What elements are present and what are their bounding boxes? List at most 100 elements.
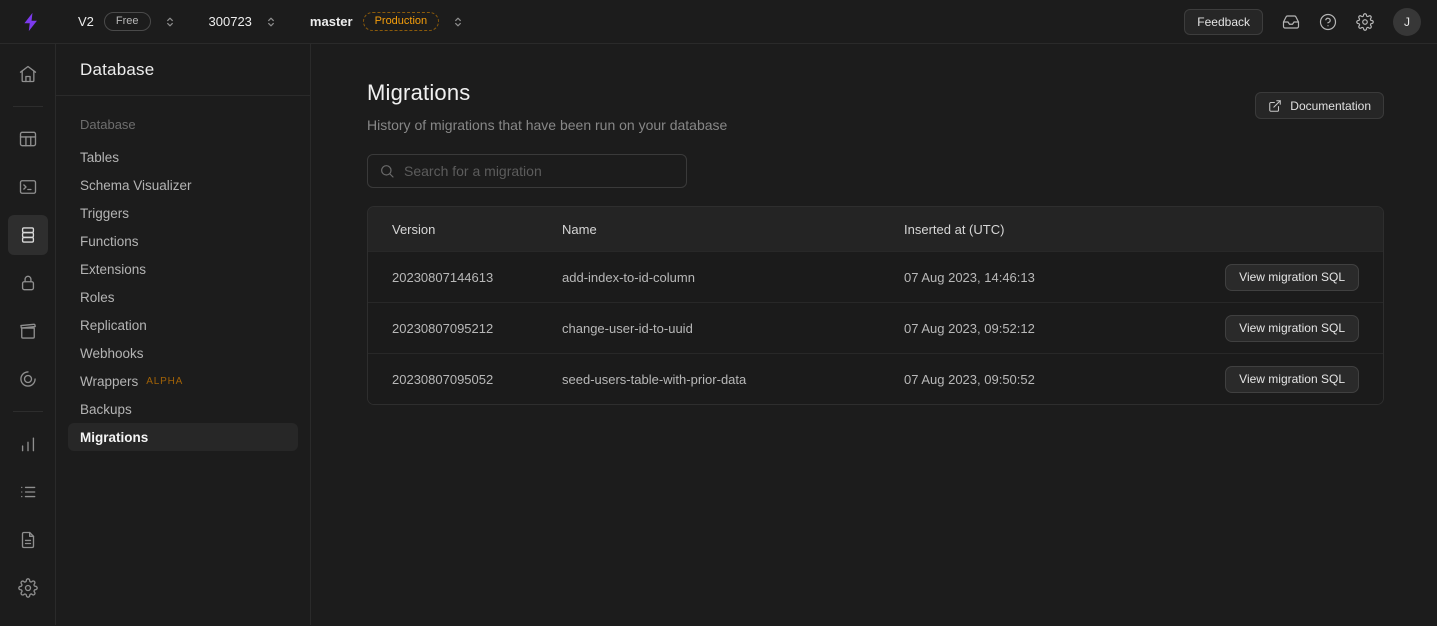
page-subtitle: History of migrations that have been run…: [367, 117, 727, 133]
sidebar-item-schema-visualizer[interactable]: Schema Visualizer: [68, 171, 298, 199]
migration-version: 20230807095052: [392, 372, 562, 387]
rail-item-table-editor[interactable]: [8, 119, 48, 159]
rail-item-storage[interactable]: [8, 311, 48, 351]
help-circle-icon: [1319, 13, 1337, 31]
sidebar-item-label: Extensions: [80, 262, 146, 277]
inbox-icon: [1282, 13, 1300, 31]
view-migration-sql-button[interactable]: View migration SQL: [1225, 315, 1359, 342]
view-migration-sql-button[interactable]: View migration SQL: [1225, 264, 1359, 291]
branch-chevron-up-down-icon[interactable]: [449, 13, 467, 31]
project-switcher: 300723: [209, 13, 280, 31]
rail-divider: [13, 411, 43, 412]
table-grid-icon: [18, 129, 38, 149]
sidebar-item-replication[interactable]: Replication: [68, 311, 298, 339]
migration-inserted-at: 07 Aug 2023, 09:52:12: [904, 321, 1199, 336]
migrations-table: Version Name Inserted at (UTC) 202308071…: [367, 206, 1384, 405]
view-migration-sql-button[interactable]: View migration SQL: [1225, 366, 1359, 393]
migration-name: change-user-id-to-uuid: [562, 321, 904, 336]
sidebar-item-label: Webhooks: [80, 346, 144, 361]
sidebar-item-wrappers[interactable]: Wrappers ALPHA: [68, 367, 298, 395]
sidebar-item-label: Tables: [80, 150, 119, 165]
rail-item-logs[interactable]: [8, 472, 48, 512]
lock-icon: [18, 273, 38, 293]
rail-item-database[interactable]: [8, 215, 48, 255]
database-sidebar: Database Database Tables Schema Visualiz…: [56, 44, 311, 625]
branch-switcher: master Production: [310, 12, 467, 31]
branch-name: master: [310, 14, 353, 29]
app-logo-bolt-icon[interactable]: [20, 11, 44, 33]
rail-item-home[interactable]: [8, 54, 48, 94]
home-icon: [18, 64, 38, 84]
migration-search: [367, 154, 687, 188]
project-ref: 300723: [209, 14, 252, 29]
sidebar-item-label: Replication: [80, 318, 147, 333]
plan-badge: Free: [104, 12, 151, 31]
documentation-button-label: Documentation: [1290, 99, 1371, 113]
orbit-icon: [18, 369, 38, 389]
database-icon: [18, 225, 38, 245]
sidebar-item-label: Roles: [80, 290, 115, 305]
rail-item-auth[interactable]: [8, 263, 48, 303]
search-icon: [379, 163, 395, 179]
notifications-inbox-button[interactable]: [1282, 13, 1300, 31]
rail-item-project-settings[interactable]: [8, 568, 48, 608]
search-input[interactable]: [404, 163, 675, 179]
table-row: 20230807095212 change-user-id-to-uuid 07…: [368, 302, 1383, 353]
sidebar-item-label: Backups: [80, 402, 132, 417]
gear-icon: [1356, 13, 1374, 31]
sidebar-item-tables[interactable]: Tables: [68, 143, 298, 171]
sidebar-item-triggers[interactable]: Triggers: [68, 199, 298, 227]
migration-version: 20230807144613: [392, 270, 562, 285]
rail-item-reports[interactable]: [8, 424, 48, 464]
sidebar-item-label: Migrations: [80, 430, 148, 445]
column-header-version: Version: [392, 222, 562, 237]
sidebar-item-label: Triggers: [80, 206, 129, 221]
org-chevron-up-down-icon[interactable]: [161, 13, 179, 31]
external-link-icon: [1268, 99, 1282, 113]
sidebar-title: Database: [56, 44, 310, 96]
alpha-badge: ALPHA: [146, 376, 183, 387]
sidebar-item-migrations[interactable]: Migrations: [68, 423, 298, 451]
migration-name: add-index-to-id-column: [562, 270, 904, 285]
sidebar-item-backups[interactable]: Backups: [68, 395, 298, 423]
migration-version: 20230807095212: [392, 321, 562, 336]
rail-item-edge-functions[interactable]: [8, 359, 48, 399]
terminal-icon: [18, 177, 38, 197]
user-avatar[interactable]: J: [1393, 8, 1421, 36]
project-chevron-up-down-icon[interactable]: [262, 13, 280, 31]
migration-inserted-at: 07 Aug 2023, 09:50:52: [904, 372, 1199, 387]
sidebar-item-roles[interactable]: Roles: [68, 283, 298, 311]
icon-rail: [0, 44, 56, 625]
settings-button[interactable]: [1356, 13, 1374, 31]
environment-badge: Production: [363, 12, 440, 31]
table-row: 20230807144613 add-index-to-id-column 07…: [368, 251, 1383, 302]
rail-divider: [13, 106, 43, 107]
migrations-page: Migrations History of migrations that ha…: [311, 44, 1437, 625]
rail-item-api-docs[interactable]: [8, 520, 48, 560]
sidebar-item-label: Schema Visualizer: [80, 178, 192, 193]
help-button[interactable]: [1319, 13, 1337, 31]
org-name: V2: [78, 14, 94, 29]
list-icon: [18, 482, 38, 502]
migration-name: seed-users-table-with-prior-data: [562, 372, 904, 387]
column-header-inserted-at: Inserted at (UTC): [904, 222, 1199, 237]
file-text-icon: [18, 530, 38, 550]
documentation-button[interactable]: Documentation: [1255, 92, 1384, 119]
sidebar-item-label: Wrappers: [80, 374, 138, 389]
rail-item-sql-editor[interactable]: [8, 167, 48, 207]
sidebar-item-extensions[interactable]: Extensions: [68, 255, 298, 283]
bar-chart-icon: [18, 434, 38, 454]
column-header-name: Name: [562, 222, 904, 237]
sidebar-item-functions[interactable]: Functions: [68, 227, 298, 255]
migration-inserted-at: 07 Aug 2023, 14:46:13: [904, 270, 1199, 285]
page-title: Migrations: [367, 80, 727, 106]
org-switcher: V2 Free: [78, 12, 179, 31]
gear-icon: [18, 578, 38, 598]
feedback-button[interactable]: Feedback: [1184, 9, 1263, 35]
table-row: 20230807095052 seed-users-table-with-pri…: [368, 353, 1383, 404]
archive-box-icon: [18, 321, 38, 341]
table-header-row: Version Name Inserted at (UTC): [368, 207, 1383, 251]
sidebar-item-webhooks[interactable]: Webhooks: [68, 339, 298, 367]
sidebar-item-label: Functions: [80, 234, 139, 249]
sidebar-section-label: Database: [68, 112, 298, 137]
